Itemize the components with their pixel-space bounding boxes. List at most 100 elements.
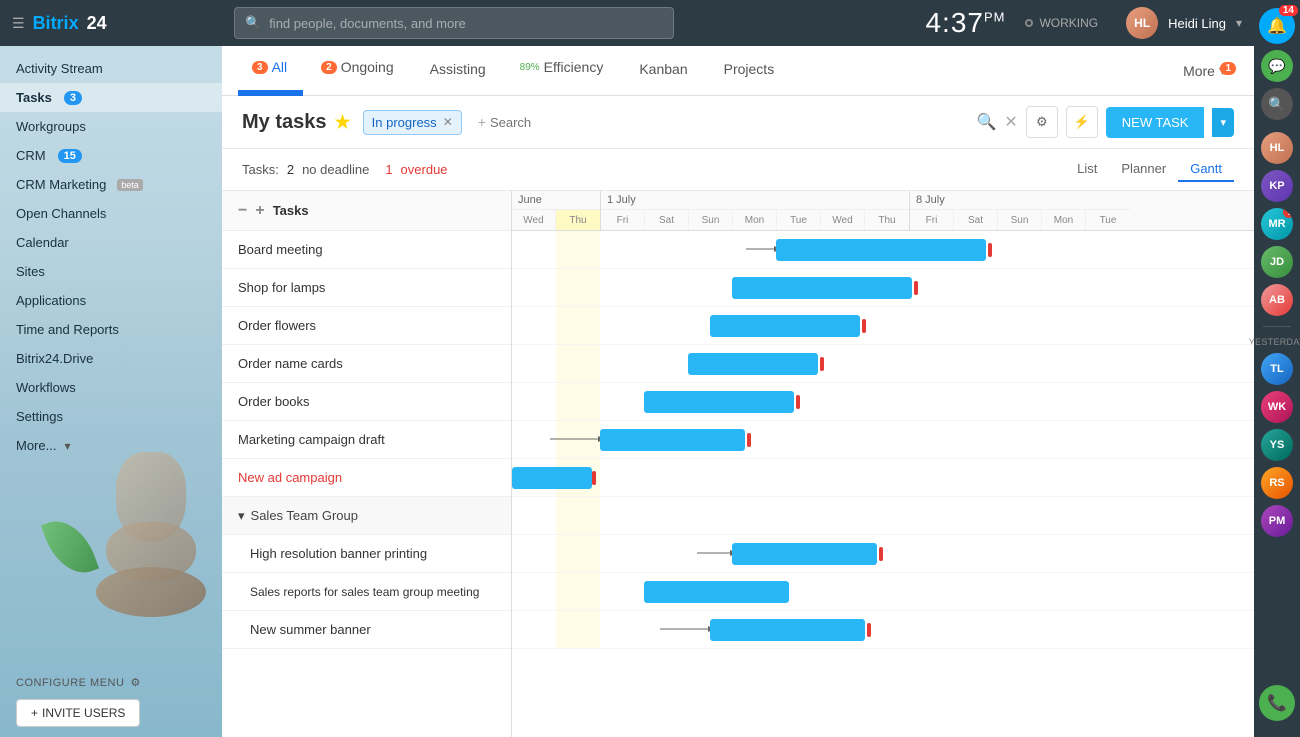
tab-all[interactable]: 3 All	[238, 46, 303, 96]
gantt-bar-sales-reports	[644, 580, 799, 604]
yesterday-label: Yesterday	[1249, 337, 1300, 347]
clear-search-icon[interactable]: ✕	[1004, 112, 1017, 132]
rs-avatar-9[interactable]: RS	[1261, 467, 1293, 499]
beta-badge: beta	[117, 179, 143, 191]
user-dropdown-icon[interactable]: ▾	[1236, 16, 1242, 30]
sidebar-item-crm-marketing[interactable]: CRM Marketing beta	[0, 170, 222, 199]
sidebar-header: ☰ Bitrix 24	[0, 0, 222, 46]
lightning-icon: ⚡	[1074, 114, 1090, 130]
task-header: My tasks ★ In progress ✕ + 🔍 ✕ ⚙ ⚡ N	[222, 96, 1254, 149]
gantt-task-row[interactable]: Order name cards	[222, 345, 511, 383]
gantt-view-button[interactable]: Gantt	[1178, 157, 1234, 182]
plus-filter-icon[interactable]: +	[478, 114, 486, 130]
search-right-icon[interactable]: 🔍	[1261, 88, 1293, 120]
planner-view-button[interactable]: Planner	[1109, 157, 1178, 182]
tab-all-badge: 3	[252, 61, 268, 74]
topbar: 🔍 find people, documents, and more 4:37P…	[222, 0, 1254, 46]
new-task-button[interactable]: NEW TASK	[1106, 107, 1205, 138]
gantt-task-row[interactable]: Shop for lamps	[222, 269, 511, 307]
favorite-star-icon[interactable]: ★	[335, 112, 351, 133]
sidebar-item-label: Activity Stream	[16, 61, 103, 76]
sidebar-item-workflows[interactable]: Workflows	[0, 373, 222, 402]
search-tasks-icon[interactable]: 🔍	[976, 112, 996, 132]
sidebar-item-calendar[interactable]: Calendar	[0, 228, 222, 257]
rs-avatar-3[interactable]: ! MR	[1261, 208, 1293, 240]
gantt-tasks-col-header: Tasks	[273, 203, 309, 218]
sidebar-item-tasks[interactable]: Tasks 3	[0, 83, 222, 112]
content-area: 3 All 2 Ongoing Assisting 89% Efficiency…	[222, 46, 1254, 737]
sidebar: ☰ Bitrix 24 Activity Stream Tasks 3 Work…	[0, 0, 222, 737]
sidebar-item-label: Workgroups	[16, 119, 86, 134]
rs-avatar-4[interactable]: JD	[1261, 246, 1293, 278]
tab-ongoing-badge: 2	[321, 61, 337, 74]
filter-remove-icon[interactable]: ✕	[443, 115, 453, 129]
gantt-bar	[710, 315, 860, 337]
notifications-button[interactable]: 🔔 14	[1259, 8, 1295, 44]
lightning-icon-btn[interactable]: ⚡	[1066, 106, 1098, 138]
gantt-task-row[interactable]: Order books	[222, 383, 511, 421]
chat-icon-button[interactable]: 💬	[1261, 50, 1293, 82]
rs-avatar-7[interactable]: WK	[1261, 391, 1293, 423]
filter-tag-in-progress: In progress ✕	[363, 110, 462, 135]
gantt-bar-summer-banner	[710, 618, 875, 642]
tab-assisting-label: Assisting	[430, 61, 486, 77]
sidebar-item-label: Tasks	[16, 90, 52, 105]
rs-avatar-2[interactable]: KP	[1261, 170, 1293, 202]
zoom-out-icon[interactable]: −	[238, 202, 247, 220]
tab-ongoing[interactable]: 2 Ongoing	[307, 46, 410, 96]
gantt-bar	[732, 543, 877, 565]
rs-avatar-5[interactable]: AB	[1261, 284, 1293, 316]
hamburger-icon[interactable]: ☰	[12, 15, 25, 32]
sidebar-item-drive[interactable]: Bitrix24.Drive	[0, 344, 222, 373]
sidebar-item-time-reports[interactable]: Time and Reports	[0, 315, 222, 344]
sidebar-item-workgroups[interactable]: Workgroups	[0, 112, 222, 141]
topbar-avatar[interactable]: HL	[1126, 7, 1158, 39]
gantt-task-row-new-ad-campaign[interactable]: New ad campaign	[222, 459, 511, 497]
search-bar[interactable]: 🔍 find people, documents, and more	[234, 7, 674, 39]
phone-button[interactable]: 📞	[1259, 685, 1295, 721]
tab-all-label: All	[272, 59, 288, 75]
tab-assisting[interactable]: Assisting	[414, 46, 502, 96]
sidebar-nav: Activity Stream Tasks 3 Workgroups CRM 1…	[0, 46, 222, 666]
sidebar-item-settings[interactable]: Settings	[0, 402, 222, 431]
tab-kanban[interactable]: Kanban	[623, 46, 703, 96]
search-input[interactable]	[490, 115, 610, 130]
tab-projects-label: Projects	[724, 61, 775, 77]
rs-avatar-6[interactable]: TL	[1261, 353, 1293, 385]
gantt-task-row[interactable]: Board meeting	[222, 231, 511, 269]
my-tasks-title: My tasks ★	[242, 111, 351, 134]
sidebar-item-applications[interactable]: Applications	[0, 286, 222, 315]
sidebar-bottom: CONFIGURE MENU ⚙ + INVITE USERS	[0, 666, 222, 737]
tab-more[interactable]: 1 More ▾	[1171, 54, 1238, 87]
invite-users-button[interactable]: + INVITE USERS	[16, 699, 140, 727]
sidebar-item-activity-stream[interactable]: Activity Stream	[0, 54, 222, 83]
rs-avatar-10[interactable]: PM	[1261, 505, 1293, 537]
settings-icon-btn[interactable]: ⚙	[1026, 106, 1058, 138]
gantt-task-row-sales-reports[interactable]: Sales reports for sales team group meeti…	[222, 573, 511, 611]
sidebar-item-label: Time and Reports	[16, 322, 119, 337]
tab-projects[interactable]: Projects	[708, 46, 791, 96]
tab-efficiency-badge: 89%	[520, 62, 540, 73]
sidebar-item-more[interactable]: More... ▾	[0, 431, 222, 460]
gantt-task-row-banner-printing[interactable]: High resolution banner printing	[222, 535, 511, 573]
sidebar-item-crm[interactable]: CRM 15	[0, 141, 222, 170]
gantt-task-row[interactable]: Marketing campaign draft	[222, 421, 511, 459]
gantt-group-sales-team[interactable]: ▾ Sales Team Group	[222, 497, 511, 535]
configure-menu-label: CONFIGURE MENU	[16, 677, 124, 689]
gantt-task-row-summer-banner[interactable]: New summer banner	[222, 611, 511, 649]
gantt-task-row[interactable]: Order flowers	[222, 307, 511, 345]
sidebar-item-open-channels[interactable]: Open Channels	[0, 199, 222, 228]
new-task-dropdown-button[interactable]: ▾	[1212, 108, 1234, 137]
zoom-in-icon[interactable]: +	[255, 202, 264, 220]
tasks-badge: 3	[64, 91, 82, 105]
tasks-label: Tasks:	[242, 162, 279, 177]
configure-menu[interactable]: CONFIGURE MENU ⚙	[16, 676, 206, 689]
sidebar-item-label: CRM	[16, 148, 46, 163]
rs-avatar-8[interactable]: YS	[1261, 429, 1293, 461]
sidebar-item-sites[interactable]: Sites	[0, 257, 222, 286]
rs-avatar-1[interactable]: HL	[1261, 132, 1293, 164]
tab-efficiency[interactable]: 89% Efficiency	[506, 46, 620, 96]
topbar-user-name[interactable]: Heidi Ling	[1168, 16, 1226, 31]
working-status[interactable]: WORKING	[1025, 16, 1098, 30]
list-view-button[interactable]: List	[1065, 157, 1109, 182]
